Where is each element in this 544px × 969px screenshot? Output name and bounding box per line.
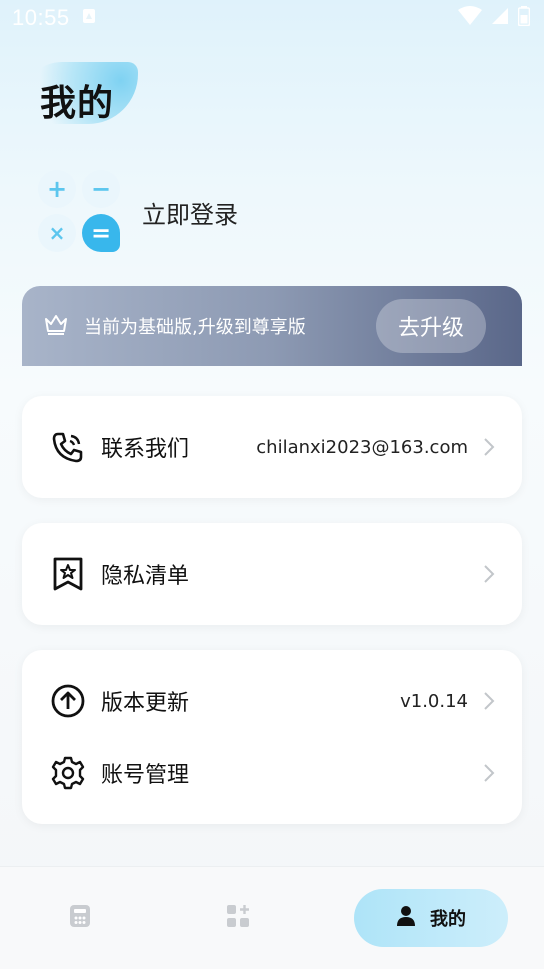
upgrade-arrow-icon (50, 683, 86, 719)
contact-email: chilanxi2023@163.com (256, 436, 468, 458)
page-title-area: 我的 (20, 60, 140, 130)
tab-mine[interactable]: 我的 (354, 889, 508, 947)
upgrade-banner: 当前为基础版,升级到尊享版 去升级 (22, 286, 522, 366)
bookmark-star-icon (50, 556, 86, 592)
tab-mine-label: 我的 (430, 909, 466, 930)
update-row[interactable]: 版本更新 v1.0.14 (22, 665, 522, 737)
apps-add-icon (226, 904, 250, 932)
page-title: 我的 (40, 83, 115, 124)
upgrade-button[interactable]: 去升级 (376, 299, 486, 353)
battery-icon (517, 6, 531, 30)
tab-apps[interactable] (158, 867, 318, 969)
signal-icon (490, 6, 510, 30)
contact-card: 联系我们 chilanxi2023@163.com (22, 396, 522, 498)
wifi-icon (458, 6, 482, 30)
privacy-row[interactable]: 隐私清单 (22, 538, 522, 610)
account-row[interactable]: 账号管理 (22, 737, 522, 809)
tab-calculator[interactable] (0, 867, 160, 969)
chevron-right-icon (484, 438, 495, 456)
notification-icon (82, 8, 96, 28)
login-label[interactable]: 立即登录 (142, 195, 238, 230)
version-value: v1.0.14 (400, 690, 468, 712)
bottom-tab-bar: 我的 (0, 866, 544, 969)
login-row[interactable]: + − × = 立即登录 (38, 168, 238, 256)
account-label: 账号管理 (101, 763, 190, 788)
calculator-icon (69, 904, 91, 932)
privacy-card: 隐私清单 (22, 523, 522, 625)
upgrade-text: 当前为基础版,升级到尊享版 (84, 317, 306, 338)
contact-row[interactable]: 联系我们 chilanxi2023@163.com (22, 411, 522, 483)
person-icon (396, 905, 416, 931)
settings-card: 版本更新 v1.0.14 账号管理 (22, 650, 522, 824)
status-time: 10:55 (12, 5, 70, 30)
chevron-right-icon (484, 692, 495, 710)
calculator-logo-icon: + − × = (38, 168, 126, 256)
privacy-label: 隐私清单 (101, 564, 190, 589)
chevron-right-icon (484, 764, 495, 782)
status-bar: 10:55 (0, 0, 544, 36)
gear-icon (50, 755, 86, 791)
crown-icon (44, 313, 68, 339)
phone-icon (50, 429, 86, 465)
update-label: 版本更新 (101, 691, 190, 716)
chevron-right-icon (484, 565, 495, 583)
contact-label: 联系我们 (101, 437, 190, 462)
